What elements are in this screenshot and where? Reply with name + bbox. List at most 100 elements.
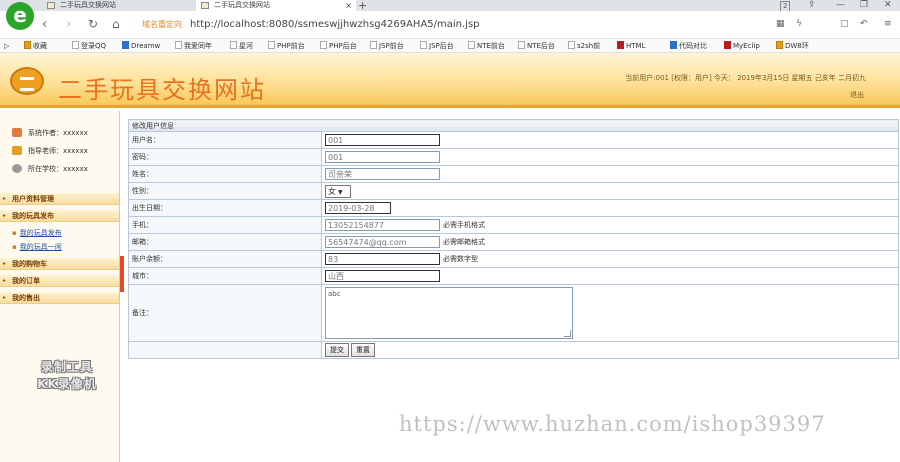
url-input[interactable]: 域名重定向 http://localhost:8080/ssmeswjjhwzhs… <box>142 16 762 34</box>
bookmark-item[interactable]: PHP前台 <box>268 40 305 52</box>
submit-button[interactable]: 提交 <box>325 343 349 357</box>
bookmark-item[interactable]: NTE后台 <box>518 40 555 52</box>
teacher-icon <box>12 146 22 155</box>
field-label: 城市： <box>128 267 322 285</box>
qr-icon[interactable]: ▦ <box>776 19 785 29</box>
tab-label: 二手玩具交换网站 <box>60 1 116 9</box>
field-label: 性别： <box>128 182 322 200</box>
bookmark-item[interactable]: MyEclip <box>724 40 760 52</box>
address-bar: ‹ › ↻ ⌂ 域名重定向 http://localhost:8080/ssmes… <box>0 11 900 39</box>
submenu-toy-list[interactable]: 我的玩具一闲 <box>12 242 62 252</box>
phone-hint: 必需手机格式 <box>443 221 485 229</box>
menu-sold[interactable]: 我的售出 <box>0 292 119 304</box>
bookmark-item[interactable]: Dreamw <box>122 40 160 52</box>
password-input[interactable]: 001 <box>325 151 440 163</box>
bookmark-item[interactable]: 我爱同年 <box>175 40 212 52</box>
menu-cart[interactable]: 我的购物车 <box>0 258 119 270</box>
compare-icon <box>670 41 677 49</box>
bookmark-item[interactable]: s2sh前 <box>568 40 600 52</box>
undo-icon[interactable]: ↶ <box>860 19 868 29</box>
pin-icon[interactable]: ⇪ <box>808 0 816 11</box>
email-hint: 必需邮箱格式 <box>443 238 485 246</box>
html-icon <box>617 41 624 49</box>
bookmark-item[interactable]: DW8环 <box>776 40 809 52</box>
page-icon <box>370 41 377 49</box>
form-row-password: 密码： 001 <box>128 148 899 166</box>
bookmark-item[interactable]: 代码对比 <box>670 40 707 52</box>
close-tab-icon[interactable]: × <box>345 0 352 11</box>
site-header: 二手玩具交换网站 当前用户:001 [权限：用户] 今天： 2019年3月15日… <box>0 53 900 108</box>
browser-tab-2[interactable]: 二手玩具交换网站 × <box>196 0 356 11</box>
form-title: 修改用户信息 <box>128 119 899 132</box>
school-icon <box>12 164 22 173</box>
school-info: 所在学校：xxxxxx <box>12 164 88 174</box>
menu-icon[interactable]: ▢ <box>840 19 849 29</box>
page-icon <box>320 41 327 49</box>
page-icon <box>201 2 209 9</box>
maximize-icon[interactable]: ❐ <box>860 0 868 11</box>
username-input[interactable]: 001 <box>325 134 440 146</box>
bookmark-item[interactable]: NTE前台 <box>468 40 505 52</box>
bookmark-favorites[interactable]: 收藏 <box>24 40 47 52</box>
reset-button[interactable]: 重置 <box>351 343 375 357</box>
form-row-phone: 手机： 13052154877 必需手机格式 <box>128 216 899 234</box>
name-input[interactable]: 司亲荣 <box>325 168 440 180</box>
hamburger-icon[interactable]: ≡ <box>884 19 892 29</box>
field-label: 姓名： <box>128 165 322 183</box>
tab-label: 二手玩具交换网站 <box>214 1 270 9</box>
main-content: 修改用户信息 用户名： 001 密码： 001 姓名： 司亲荣 性别： 女 ▼ 出… <box>128 119 899 359</box>
form-row-actions: 提交 重置 <box>128 341 899 359</box>
logout-link[interactable]: 退出 <box>850 90 864 100</box>
site-logo-icon <box>10 67 44 95</box>
gender-select[interactable]: 女 ▼ <box>325 184 351 198</box>
field-label: 备注： <box>128 284 322 342</box>
bookmark-item[interactable]: 星河 <box>230 40 253 52</box>
form-row-email: 邮箱： 56547474@qq.com 必需邮箱格式 <box>128 233 899 251</box>
bookmark-item[interactable]: 登录QQ <box>72 40 106 52</box>
city-input[interactable]: 山西 <box>325 270 440 282</box>
close-window-icon[interactable]: ✕ <box>884 0 892 11</box>
bookmark-item[interactable]: JSP前台 <box>370 40 404 52</box>
teacher-info: 指导老师：xxxxxx <box>12 146 88 156</box>
birthday-input[interactable]: 2019-03-28 <box>325 202 391 214</box>
user-icon <box>12 128 22 137</box>
email-input[interactable]: 56547474@qq.com <box>325 236 440 248</box>
back-icon[interactable]: ‹ <box>42 17 47 32</box>
field-label: 密码： <box>128 148 322 166</box>
page-icon <box>175 41 182 49</box>
form-row-username: 用户名： 001 <box>128 131 899 149</box>
bookmark-item[interactable]: HTML <box>617 40 645 52</box>
page-icon <box>568 41 575 49</box>
page-icon <box>47 2 55 9</box>
lightning-icon[interactable]: ϟ <box>796 19 802 29</box>
home-icon[interactable]: ⌂ <box>112 17 120 31</box>
reload-icon[interactable]: ↻ <box>88 17 98 31</box>
field-label: 用户名： <box>128 131 322 149</box>
remark-textarea[interactable]: abc <box>325 287 573 339</box>
form-row-remark: 备注： abc <box>128 284 899 342</box>
balance-input[interactable]: 83 <box>325 253 440 265</box>
bookmarks-bar: ▷ 收藏 登录QQ Dreamw 我爱同年 星河 PHP前台 PHP后台 JSP… <box>0 39 900 53</box>
field-label: 账户余额： <box>128 250 322 268</box>
edit-user-form: 修改用户信息 用户名： 001 密码： 001 姓名： 司亲荣 性别： 女 ▼ 出… <box>128 119 899 359</box>
bookmarks-toggle-icon[interactable]: ▷ <box>4 40 9 52</box>
form-row-balance: 账户余额： 83 必需数字型 <box>128 250 899 268</box>
browser-tab-1[interactable]: 二手玩具交换网站 <box>42 0 192 11</box>
page-icon <box>518 41 525 49</box>
form-row-city: 城市： 山西 <box>128 267 899 285</box>
page-icon <box>72 41 79 49</box>
menu-my-toys[interactable]: 我的玩具发布 <box>0 210 119 222</box>
field-label: 出生日期： <box>128 199 322 217</box>
star-icon <box>24 41 31 49</box>
bookmark-item[interactable]: JSP后台 <box>420 40 454 52</box>
phone-input[interactable]: 13052154877 <box>325 219 440 231</box>
forward-icon[interactable]: › <box>66 17 71 32</box>
menu-user-profile[interactable]: 用户资料管理 <box>0 193 119 205</box>
menu-orders[interactable]: 我的订单 <box>0 275 119 287</box>
bookmark-item[interactable]: PHP后台 <box>320 40 357 52</box>
form-row-birthday: 出生日期： 2019-03-28 <box>128 199 899 217</box>
submenu-publish-toy[interactable]: 我的玩具发布 <box>12 228 62 238</box>
frame-split-handle[interactable] <box>120 256 124 292</box>
minimize-icon[interactable]: — <box>836 0 845 11</box>
browser-tab-bar: 二手玩具交换网站 二手玩具交换网站 × + 2 ⇪ — ❐ ✕ <box>0 0 900 12</box>
